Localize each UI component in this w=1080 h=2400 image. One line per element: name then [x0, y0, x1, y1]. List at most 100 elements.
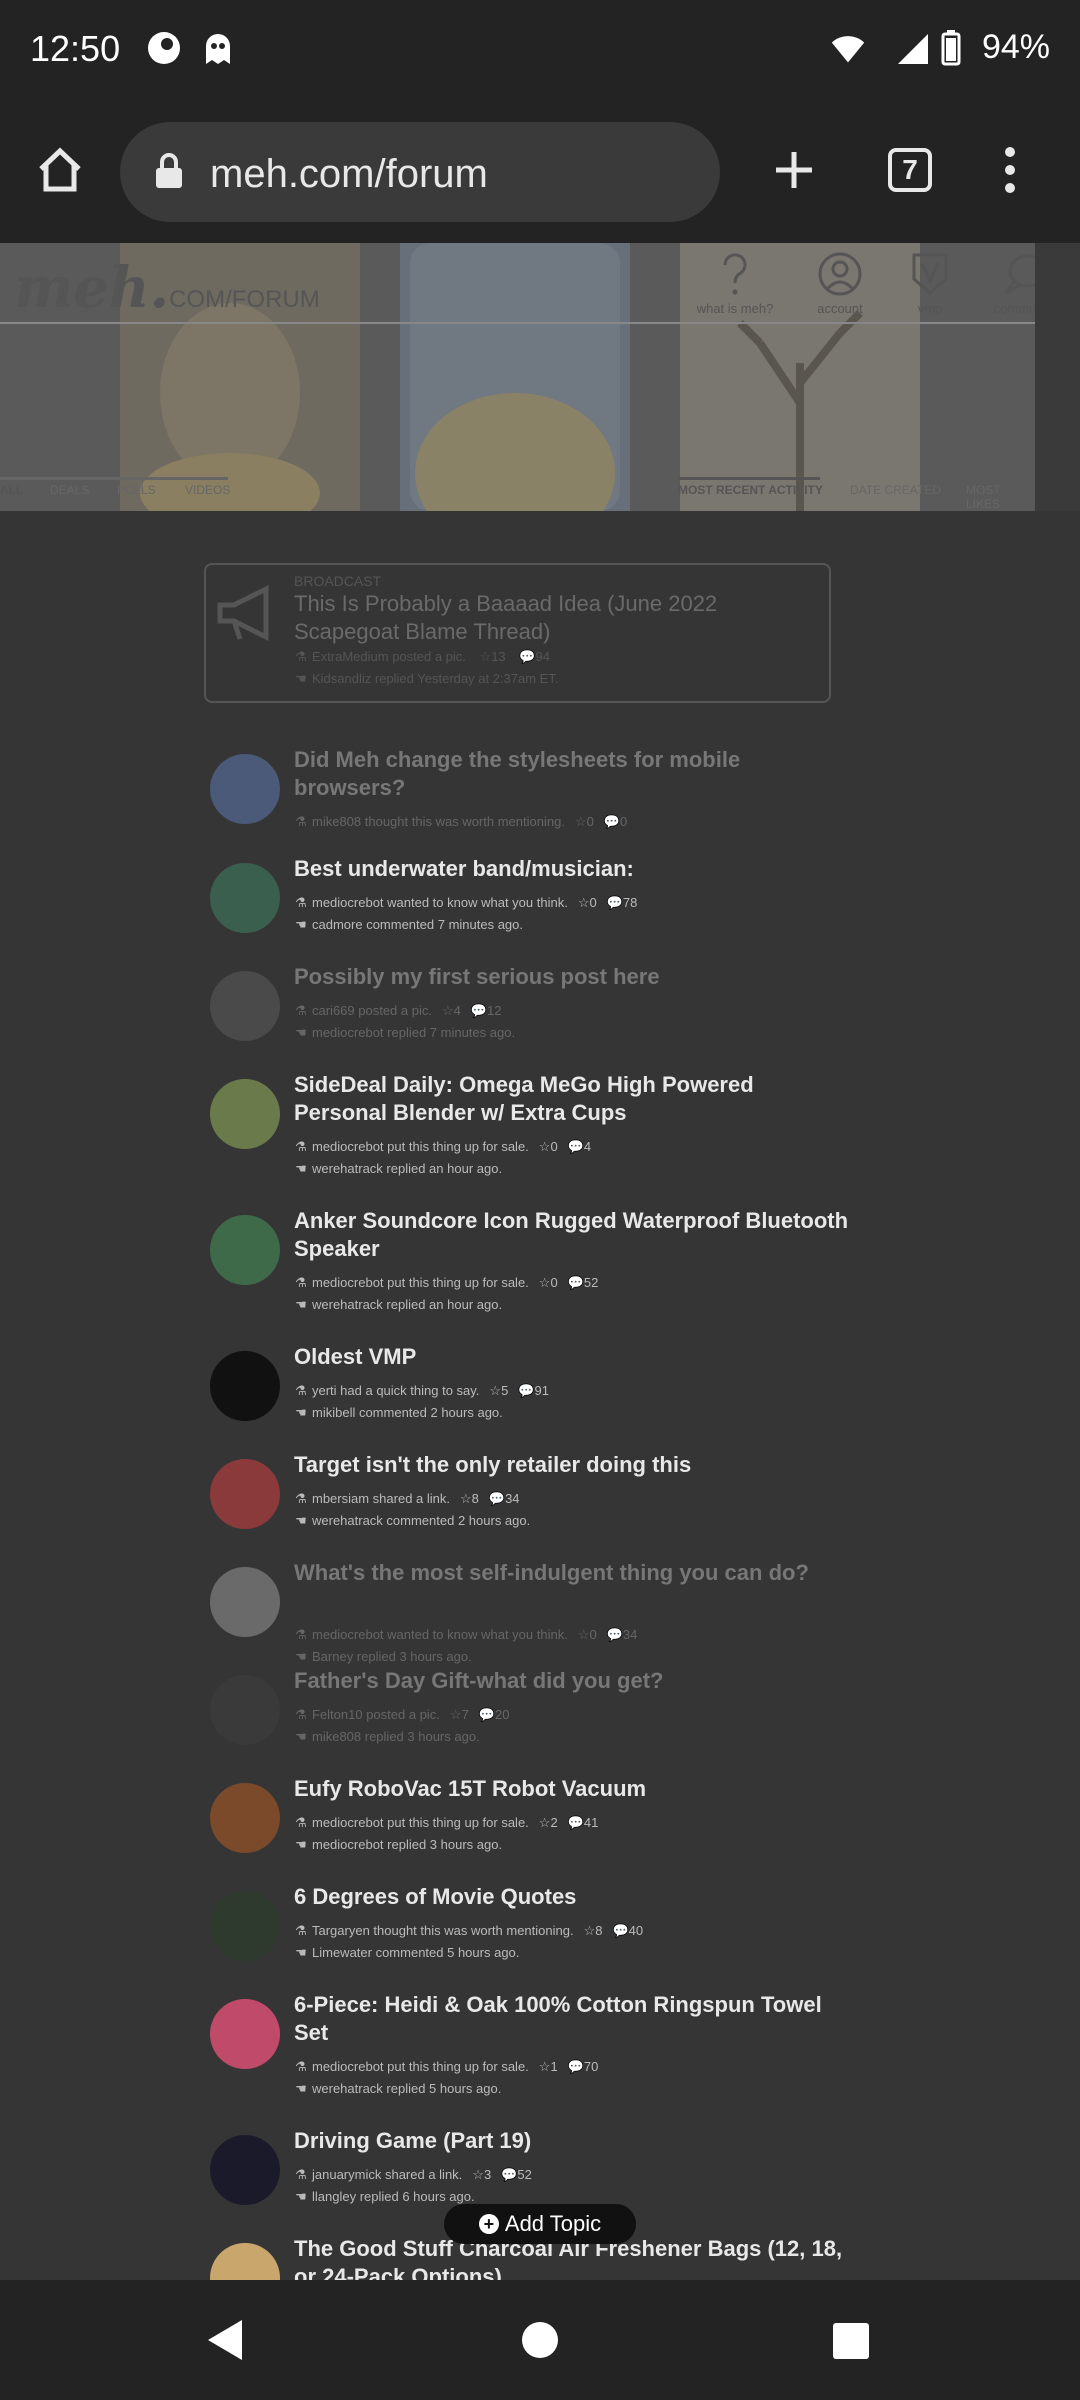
thread-title[interactable]: Oldest VMP — [294, 1343, 850, 1371]
question-icon — [723, 253, 747, 295]
nav-what-is-meh[interactable]: what is meh? — [680, 251, 790, 316]
user-badge-icon: ⚗ — [295, 1707, 307, 1722]
broadcast-card[interactable]: BROADCAST This Is Probably a Baaaad Idea… — [204, 563, 831, 703]
back-icon[interactable] — [206, 2318, 246, 2362]
thread-meta: ⚗ cari669 posted a pic. ☆4 💬12 — [294, 1003, 501, 1019]
sort-date-created[interactable]: DATE CREATED — [850, 483, 941, 497]
menu-button[interactable] — [970, 130, 1050, 210]
sort-most-recent-activity[interactable]: MOST RECENT ACTIVITY — [678, 483, 823, 497]
thread-avatar[interactable] — [210, 1079, 280, 1149]
hand-icon: ☚ — [295, 917, 307, 932]
thread-avatar[interactable] — [210, 1351, 280, 1421]
home-button[interactable] — [20, 130, 100, 210]
header-right-edge — [1035, 243, 1080, 511]
filter-polls[interactable]: POLLS — [117, 483, 156, 497]
thread-avatar[interactable] — [210, 1567, 280, 1637]
thread-avatar[interactable] — [210, 1215, 280, 1285]
thread-row[interactable]: Possibly my first serious post here ⚗ cari… — [210, 964, 850, 1071]
thread-avatar[interactable] — [210, 1999, 280, 2069]
broadcast-replied: Kidsandliz replied Yesterday at 2:37am E… — [312, 671, 559, 686]
tab-switcher-button[interactable]: 7 — [870, 130, 950, 210]
broadcast-title[interactable]: This Is Probably a Baaaad Idea (June 202… — [294, 590, 814, 646]
thread-title[interactable]: Father's Day Gift-what did you get? — [294, 1667, 850, 1695]
thread-row[interactable]: SideDeal Daily: Omega MeGo High Powered … — [210, 1072, 850, 1179]
user-badge-icon: ⚗ — [295, 1383, 307, 1398]
add-topic-button[interactable]: + Add Topic — [444, 2204, 636, 2244]
thread-avatar[interactable] — [210, 1783, 280, 1853]
thread-row[interactable]: 6-Piece: Heidi & Oak 100% Cotton Ringspu… — [210, 1992, 850, 2099]
thread-posted: mediocrebot put this thing up for sale. — [312, 1139, 529, 1154]
thread-row[interactable]: The Good Stuff Charcoal Air Freshener Ba… — [210, 2236, 850, 2280]
nav-vmp[interactable]: vmp — [875, 251, 985, 316]
thread-likes: 5 — [501, 1383, 509, 1398]
comment-icon: 💬 — [488, 1491, 506, 1506]
thread-avatar[interactable] — [210, 2135, 280, 2205]
home-icon — [39, 147, 81, 192]
user-badge-icon: ⚗ — [295, 895, 307, 910]
star-icon: ☆ — [449, 1707, 462, 1722]
hand-icon: ☚ — [295, 1837, 307, 1852]
thread-posted: mediocrebot put this thing up for sale. — [312, 1815, 529, 1830]
comment-icon: 💬 — [519, 649, 536, 664]
thread-avatar[interactable] — [210, 754, 280, 824]
thread-likes: 0 — [589, 1627, 597, 1642]
nav-community[interactable]: community — [970, 251, 1035, 316]
thread-replied: llangley replied 6 hours ago. — [312, 2189, 475, 2204]
home-nav-icon[interactable] — [520, 2320, 560, 2360]
thread-likes: 3 — [483, 2167, 492, 2182]
hand-icon: ☚ — [295, 1025, 307, 1040]
thread-title[interactable]: Best underwater band/musician: — [294, 855, 850, 883]
filter-videos[interactable]: VIDEOS — [185, 483, 230, 497]
star-icon: ☆ — [489, 1383, 502, 1398]
status-time: 12:50 — [30, 28, 121, 69]
thread-title[interactable]: 6 Degrees of Movie Quotes — [294, 1883, 850, 1911]
thread-title[interactable]: Did Meh change the stylesheets for mobil… — [294, 746, 850, 802]
thread-row[interactable]: Father's Day Gift-what did you get? ⚗ Felt… — [210, 1668, 850, 1775]
comment-icon: 💬 — [567, 1139, 584, 1154]
thread-title[interactable]: Possibly my first serious post here — [294, 963, 850, 991]
user-badge-icon: ⚗ — [295, 1923, 307, 1938]
site-logo[interactable]: meh.COM/FORUM — [14, 255, 320, 321]
sort-most-likes-today[interactable]: MOST LIKES TODAY — [966, 483, 1035, 511]
thread-avatar[interactable] — [210, 863, 280, 933]
header-divider — [0, 322, 1035, 324]
thread-replied: mediocrebot replied 3 hours ago. — [312, 1837, 503, 1852]
filter-deals[interactable]: DEALS — [50, 483, 89, 497]
thread-avatar[interactable] — [210, 1891, 280, 1961]
thread-row[interactable]: Did Meh change the stylesheets for mobil… — [210, 747, 850, 854]
thread-avatar[interactable] — [210, 1675, 280, 1745]
comment-icon: 💬 — [518, 1383, 535, 1398]
thread-row[interactable]: Oldest VMP ⚗ yerti had a quick thing to sa… — [210, 1344, 850, 1451]
thread-row[interactable]: Target isn't the only retailer doing thi… — [210, 1452, 850, 1559]
thread-likes: 2 — [550, 1815, 558, 1830]
new-tab-button[interactable] — [754, 130, 834, 210]
thread-title[interactable]: What's the most self-indulgent thing you… — [294, 1559, 850, 1587]
thread-row[interactable]: Anker Soundcore Icon Rugged Waterproof B… — [210, 1208, 850, 1315]
recents-icon[interactable] — [832, 2322, 870, 2360]
thread-row[interactable]: 6 Degrees of Movie Quotes ⚗ Targaryen thou… — [210, 1884, 850, 1991]
thread-title[interactable]: Anker Soundcore Icon Rugged Waterproof B… — [294, 1207, 850, 1263]
thread-avatar[interactable] — [210, 1459, 280, 1529]
thread-row[interactable]: Eufy RoboVac 15T Robot Vacuum ⚗ mediocrebo… — [210, 1776, 850, 1883]
broadcast-meta: ⚗ ExtraMedium posted a pic. ☆13 💬94 — [294, 649, 550, 665]
thread-title[interactable]: Eufy RoboVac 15T Robot Vacuum — [294, 1775, 850, 1803]
thread-row[interactable]: What's the most self-indulgent thing you… — [210, 1560, 850, 1667]
thread-title[interactable]: SideDeal Daily: Omega MeGo High Powered … — [294, 1071, 850, 1127]
user-badge-icon: ⚗ — [295, 814, 307, 829]
thread-title[interactable]: 6-Piece: Heidi & Oak 100% Cotton Ringspu… — [294, 1991, 850, 2047]
star-icon: ☆ — [574, 814, 587, 829]
thread-comments: 40 — [628, 1923, 644, 1938]
thread-avatar[interactable] — [210, 2243, 280, 2280]
thread-row[interactable]: Best underwater band/musician: ⚗ mediocreb… — [210, 856, 850, 963]
thread-reply: ☚ Limewater commented 5 hours ago. — [294, 1945, 519, 1961]
comment-icon: 💬 — [567, 1275, 584, 1290]
thread-reply: ☚ Barney replied 3 hours ago. — [294, 1649, 472, 1665]
thread-avatar[interactable] — [210, 971, 280, 1041]
star-icon: ☆ — [538, 2059, 551, 2074]
thread-title[interactable]: Driving Game (Part 19) — [294, 2127, 850, 2155]
thread-likes: 8 — [595, 1923, 603, 1938]
address-bar[interactable]: meh.com/forum — [120, 122, 720, 222]
thread-title[interactable]: Target isn't the only retailer doing thi… — [294, 1451, 850, 1479]
hand-icon: ☚ — [295, 1513, 307, 1528]
filter-all[interactable]: ALL — [0, 483, 23, 497]
